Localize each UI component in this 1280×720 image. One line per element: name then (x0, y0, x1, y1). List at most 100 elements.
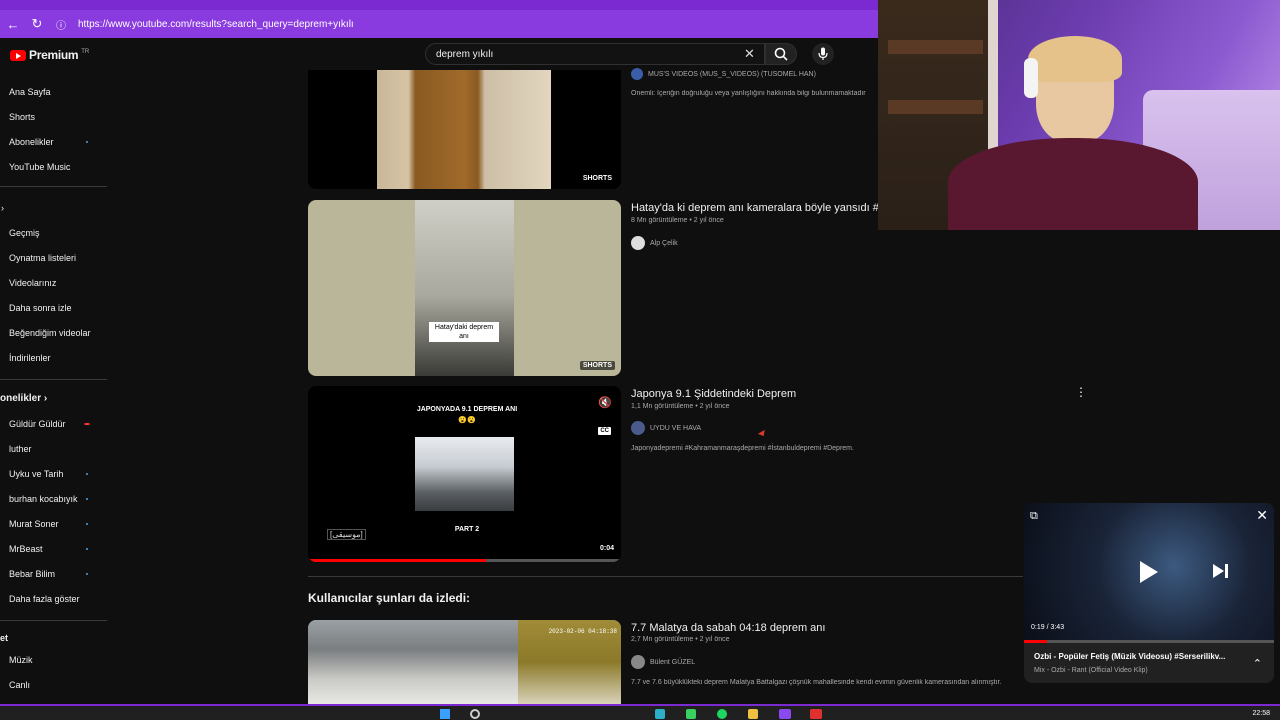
channel-avatar (631, 421, 645, 435)
preview-time: 0:04 (599, 545, 614, 552)
sidebar-divider (0, 186, 107, 187)
preview-progress-fill (308, 559, 487, 562)
video-description: Önemli: İçeriğin doğruluğu veya yanlışlı… (631, 90, 866, 97)
video-title[interactable]: Japonya 9.1 Şiddetindeki Deprem (631, 388, 796, 400)
url-text[interactable]: https://www.youtube.com/results?search_q… (78, 19, 354, 30)
preview-progress-track[interactable] (308, 559, 621, 562)
sidebar-item-downloads[interactable]: İndirilenler (9, 353, 51, 363)
headset-icon (1024, 58, 1038, 98)
sidebar-item-your-videos[interactable]: Videolarınız (9, 278, 56, 288)
youtube-header: Premium TR deprem yıkılı ✕ (0, 38, 878, 70)
subscriptions-heading[interactable]: onelikler › (0, 393, 47, 404)
video-thumbnail[interactable]: Hatay'daki deprem anı SHORTS (308, 200, 621, 376)
caption-text: [موسيقى] (327, 529, 366, 540)
sidebar-sub-bebar-bilim[interactable]: Bebar Bilim (9, 569, 55, 579)
sidebar: Ana Sayfa Shorts Abonelikler YouTube Mus… (0, 70, 108, 710)
show-more-button[interactable]: Daha fazla göster (9, 594, 80, 604)
video-thumbnail[interactable]: 2023-02-06 04:18:38 (308, 620, 621, 704)
sidebar-sub-burhan-kocabiyik[interactable]: burhan kocabıyık (9, 494, 78, 504)
shorts-badge: SHORTS (579, 174, 615, 183)
sidebar-item-music[interactable]: Müzik (9, 655, 33, 665)
video-preview-player[interactable]: JAPONYADA 9.1 DEPREM ANI😮😮 PART 2 [موسيق… (308, 386, 621, 562)
miniplayer-progress-fill (1024, 640, 1047, 643)
new-content-dot (86, 548, 88, 550)
miniplayer-subtitle: Mix - Ozbi - Rant (Official Video Klip) (1034, 667, 1148, 674)
close-icon[interactable]: ✕ (1256, 507, 1268, 524)
mute-icon[interactable]: 🔇 (598, 396, 612, 409)
video-thumbnail[interactable]: SHORTS (308, 70, 621, 189)
chevron-up-icon[interactable]: ⌃ (1253, 657, 1262, 670)
miniplayer-title[interactable]: Ozbi - Popüler Fetiş (Müzik Videosu) #Se… (1034, 652, 1234, 661)
browser-icon[interactable] (655, 709, 665, 719)
expand-icon[interactable]: ⧉ (1030, 510, 1038, 523)
browser-tab-strip[interactable] (0, 0, 878, 10)
app-icon[interactable] (779, 709, 791, 719)
sidebar-item-home[interactable]: Ana Sayfa (9, 87, 51, 97)
video-channel[interactable]: MUS'S VIDEOS (MUS_S_VIDEOS) (TUSOMEL HAN… (631, 68, 816, 80)
channel-name: MUS'S VIDEOS (MUS_S_VIDEOS) (TUSOMEL HAN… (648, 70, 816, 78)
sidebar-item-playlists[interactable]: Oynatma listeleri (9, 253, 76, 263)
camera-timestamp: 2023-02-06 04:18:38 (548, 628, 617, 635)
play-icon[interactable] (1140, 561, 1158, 583)
new-content-dot (86, 141, 88, 143)
youtube-logo-icon (10, 49, 26, 61)
video-channel[interactable]: Alp Çelik (631, 236, 678, 250)
video-channel[interactable]: UYDU VE HAVA (631, 421, 701, 435)
sidebar-item-watch-later[interactable]: Daha sonra izle (9, 303, 72, 313)
section-divider (308, 576, 1023, 577)
app-icon[interactable] (810, 709, 822, 719)
taskbar-clock[interactable]: 22:58 (1252, 710, 1270, 717)
youtube-logo[interactable]: Premium TR (10, 48, 89, 62)
logo-region: TR (81, 49, 90, 55)
channel-name: Bülent GÜZEL (650, 658, 696, 666)
app-icon[interactable] (686, 709, 696, 719)
next-icon-bar (1225, 564, 1228, 578)
screen: ← ↻ ⓘ https://www.youtube.com/results?se… (0, 0, 1280, 720)
sidebar-divider (0, 379, 107, 380)
sidebar-sub-uyku-ve-tarih[interactable]: Uyku ve Tarih (9, 469, 63, 479)
video-description: Japonyadepremi #Kahramanmaraşdepremi #İs… (631, 445, 854, 452)
video-title[interactable]: 7.7 Malatya da sabah 04:18 deprem anı (631, 622, 825, 634)
voice-search-button[interactable] (812, 43, 834, 65)
webcam-shelf (888, 100, 983, 114)
sidebar-sub-guldur-guldur[interactable]: Güldür Güldür (9, 419, 66, 429)
preview-part-label: PART 2 (454, 526, 480, 533)
video-channel[interactable]: Bülent GÜZEL (631, 655, 695, 669)
sidebar-sub-luther[interactable]: luther (9, 444, 32, 454)
sidebar-item-liked-videos[interactable]: Beğendiğim videolar (9, 328, 91, 338)
chevron-right-icon[interactable]: › (1, 203, 4, 213)
back-icon[interactable]: ← (6, 17, 20, 32)
windows-start-icon[interactable] (440, 709, 450, 719)
clear-search-icon[interactable]: ✕ (744, 46, 755, 62)
explore-heading: et (0, 633, 9, 643)
webcam-overlay (878, 0, 1280, 230)
search-icon[interactable] (470, 709, 480, 719)
spotify-icon[interactable] (717, 709, 727, 719)
video-description: 7.7 ve 7.6 büyüklükteki deprem Malatya B… (631, 679, 1002, 686)
miniplayer[interactable]: ⧉ ✕ 0:19 / 3:43 Ozbi - Popüler Fetiş (Mü… (1024, 503, 1274, 683)
sidebar-item-youtube-music[interactable]: YouTube Music (9, 162, 70, 172)
next-icon[interactable] (1213, 564, 1224, 578)
search-input[interactable]: deprem yıkılı (425, 43, 765, 65)
webcam-person-hair (1028, 36, 1122, 82)
closed-captions-icon[interactable]: CC (598, 427, 611, 435)
sidebar-item-history[interactable]: Geçmiş (9, 228, 40, 238)
miniplayer-progress-track[interactable] (1024, 640, 1274, 643)
video-title[interactable]: Hatay'da ki deprem anı kameralara böyle … (631, 202, 878, 214)
site-info-icon[interactable]: ⓘ (54, 17, 68, 32)
sidebar-sub-mrbeast[interactable]: MrBeast (9, 544, 43, 554)
logo-text: Premium (29, 48, 79, 62)
reload-icon[interactable]: ↻ (30, 16, 44, 32)
sidebar-item-shorts[interactable]: Shorts (9, 112, 35, 122)
more-options-icon[interactable]: ⋮ (1075, 385, 1087, 399)
folder-icon[interactable] (748, 709, 758, 719)
video-meta: 2,7 Mn görüntüleme • 2 yıl önce (631, 636, 730, 643)
sidebar-divider (0, 620, 107, 621)
webcam-shelf (888, 40, 983, 54)
sidebar-item-subscriptions[interactable]: Abonelikler (9, 137, 54, 147)
search-button[interactable] (765, 43, 797, 65)
sidebar-sub-murat-soner[interactable]: Murat Soner (9, 519, 59, 529)
microphone-icon (818, 47, 828, 60)
sidebar-item-live[interactable]: Canlı (9, 680, 30, 690)
preview-overlay-text: JAPONYADA 9.1 DEPREM ANI😮😮 (416, 406, 518, 424)
